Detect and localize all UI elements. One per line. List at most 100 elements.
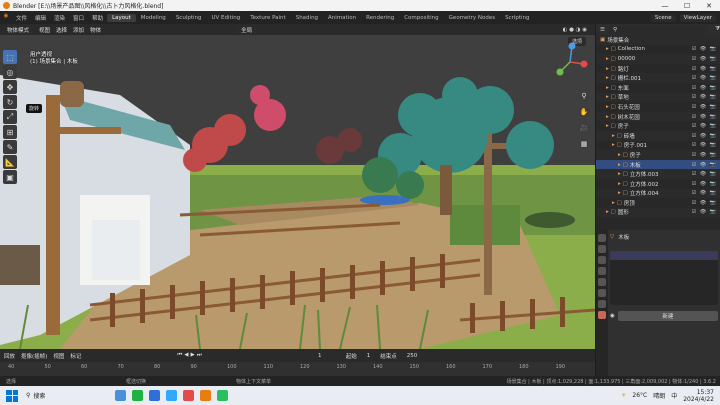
wechat-icon[interactable] bbox=[217, 390, 229, 401]
material-tab-icon[interactable] bbox=[598, 311, 606, 319]
playback-controls-icon[interactable]: ⏮◀▶⏭ bbox=[177, 352, 203, 359]
tab-texture-paint[interactable]: Texture Paint bbox=[245, 14, 291, 22]
tab-animation[interactable]: Animation bbox=[323, 14, 361, 22]
visibility-icons[interactable]: ☑ 👁 📷 bbox=[692, 162, 717, 168]
outliner-search-input[interactable]: ⚲ bbox=[608, 25, 708, 34]
view-layer-field[interactable]: ViewLayer bbox=[679, 13, 716, 22]
select-box-tool-icon[interactable]: ⬚ bbox=[3, 50, 17, 64]
blender-taskbar-icon[interactable] bbox=[200, 390, 212, 401]
outliner-row[interactable]: ▸ ▢ 立方体.002 ☑ 👁 📷 bbox=[596, 179, 720, 189]
navigation-gizmo-icon[interactable] bbox=[548, 38, 592, 82]
marker-menu[interactable]: 标记 bbox=[70, 352, 81, 360]
tab-compositing[interactable]: Compositing bbox=[399, 14, 443, 22]
menu-help[interactable]: 帮助 bbox=[88, 14, 107, 22]
outliner-row[interactable]: ▸ ▢ 00000 ☑ 👁 📷 bbox=[596, 54, 720, 64]
taskbar-search[interactable]: ⚲ 搜索 bbox=[26, 391, 45, 400]
outliner-row[interactable]: ▸ ▢ 砖墙 ☑ 👁 📷 bbox=[596, 130, 720, 141]
visibility-icons[interactable]: ☑ 👁 📷 bbox=[692, 56, 717, 62]
object-tab-icon[interactable] bbox=[598, 289, 606, 297]
material-slot[interactable] bbox=[610, 251, 718, 260]
visibility-icons[interactable]: ☑ 👁 📷 bbox=[692, 171, 717, 177]
photoshop-icon[interactable] bbox=[166, 390, 178, 401]
visibility-icons[interactable]: ☑ 👁 📷 bbox=[692, 190, 717, 196]
tab-shading[interactable]: Shading bbox=[291, 14, 323, 22]
rotate-tool-icon[interactable]: ↻ bbox=[3, 95, 17, 109]
visibility-icons[interactable]: ☑ 👁 📷 bbox=[692, 66, 717, 72]
scene-field[interactable]: Scene bbox=[650, 13, 676, 22]
outliner-row[interactable]: ▸ ▢ 立方体.003 ☑ 👁 📷 bbox=[596, 169, 720, 179]
close-button[interactable]: ✕ bbox=[698, 2, 720, 10]
windows-start-icon[interactable] bbox=[6, 389, 18, 402]
menu-render[interactable]: 渲染 bbox=[50, 14, 69, 22]
outliner-row[interactable]: ▸ ▢ 路灯 ☑ 👁 📷 bbox=[596, 64, 720, 74]
acrobat-icon[interactable] bbox=[183, 390, 195, 401]
tab-scripting[interactable]: Scripting bbox=[500, 14, 534, 22]
ime-indicator[interactable]: 中 bbox=[671, 391, 677, 400]
shading-mode-icons[interactable]: ◐ ● ◑ ◉ bbox=[563, 27, 587, 33]
outliner-row[interactable]: ▸ ▢ 房子.001 ☑ 👁 📷 bbox=[596, 141, 720, 151]
blender-menu-icon[interactable]: ◉ bbox=[0, 13, 12, 22]
view-menu[interactable]: 视图 bbox=[39, 26, 50, 34]
tab-sculpting[interactable]: Sculpting bbox=[171, 14, 207, 22]
visibility-icons[interactable]: ☑ 👁 📷 bbox=[692, 142, 717, 148]
tab-geometry-nodes[interactable]: Geometry Nodes bbox=[444, 14, 500, 22]
visibility-icons[interactable]: ☑ 👁 📷 bbox=[692, 75, 717, 81]
minimize-button[interactable]: — bbox=[654, 2, 676, 10]
outliner-row[interactable]: ▸ ▢ 树木花园 ☑ 👁 📷 bbox=[596, 111, 720, 122]
3d-viewport[interactable] bbox=[0, 35, 595, 349]
visibility-icons[interactable]: ☑ 👁 📷 bbox=[692, 114, 717, 120]
app-icon-2[interactable] bbox=[132, 390, 144, 401]
object-mode-dropdown[interactable]: 物体模式 bbox=[3, 24, 34, 35]
zoom-icon[interactable]: ⚲ bbox=[578, 90, 590, 102]
outliner-row[interactable]: ▸ ▢ 石头花园 ☑ 👁 📷 bbox=[596, 102, 720, 112]
annotate-tool-icon[interactable]: ✎ bbox=[3, 140, 17, 154]
select-menu[interactable]: 选择 bbox=[56, 26, 67, 34]
object-menu[interactable]: 物体 bbox=[90, 26, 101, 34]
outliner-row[interactable]: ▸ ▢ 东面 ☑ 👁 📷 bbox=[596, 83, 720, 93]
timeline-ruler[interactable]: 40 50 60 70 80 90 100 110 120 130 140 150 160 170 180 1… bbox=[0, 362, 595, 376]
current-frame-field[interactable]: 1 bbox=[299, 351, 340, 360]
visibility-icons[interactable]: ☑ 👁 📷 bbox=[692, 104, 717, 110]
tab-uv-editing[interactable]: UV Editing bbox=[207, 14, 246, 22]
playback-menu[interactable]: 回放 bbox=[4, 352, 15, 360]
outliner-row[interactable]: ▸ ▢ 圆形 ☑ 👁 📷 bbox=[596, 207, 720, 218]
outliner-row[interactable]: ▸ ▢ 木板 ☑ 👁 📷 bbox=[596, 159, 720, 170]
outliner-row[interactable]: ▣ 场景集合 bbox=[596, 35, 720, 45]
outliner-row[interactable]: ▸ ▢ 草地 ☑ 👁 📷 bbox=[596, 92, 720, 103]
timeline-view-menu[interactable]: 视图 bbox=[53, 352, 64, 360]
move-tool-icon[interactable]: ✥ bbox=[3, 80, 17, 94]
visibility-icons[interactable]: ☑ 👁 📷 bbox=[692, 94, 717, 100]
scene-tab-icon[interactable] bbox=[598, 267, 606, 275]
measure-tool-icon[interactable]: 📐 bbox=[3, 155, 17, 169]
add-cube-tool-icon[interactable]: ▣ bbox=[3, 170, 17, 184]
visibility-icons[interactable]: ☑ 👁 📷 bbox=[692, 133, 717, 139]
menu-edit[interactable]: 编辑 bbox=[31, 14, 50, 22]
visibility-icons[interactable]: ☑ 👁 📷 bbox=[692, 200, 717, 206]
grid-icon[interactable]: ▦ bbox=[578, 138, 590, 150]
edge-icon[interactable] bbox=[149, 390, 161, 401]
start-frame-field[interactable]: 1 bbox=[362, 351, 375, 360]
world-tab-icon[interactable] bbox=[598, 278, 606, 286]
outliner-row[interactable]: ▸ ▢ 栅栏.001 ☑ 👁 📷 bbox=[596, 73, 720, 83]
scale-tool-icon[interactable]: ⤢ bbox=[3, 110, 17, 124]
tool-tab-icon[interactable] bbox=[598, 234, 606, 242]
outliner-row[interactable]: ▸ ▢ 房子 ☑ 👁 📷 bbox=[596, 150, 720, 160]
output-tab-icon[interactable] bbox=[598, 256, 606, 264]
transform-orientation-dropdown[interactable]: 全局 bbox=[237, 24, 257, 35]
tab-modeling[interactable]: Modeling bbox=[136, 14, 171, 22]
visibility-icons[interactable]: ☑ 👁 📷 bbox=[692, 152, 717, 158]
visibility-icons[interactable]: ☑ 👁 📷 bbox=[692, 46, 717, 52]
pan-hand-icon[interactable]: ✋ bbox=[578, 106, 590, 118]
camera-icon[interactable]: 🎥 bbox=[578, 122, 590, 134]
outliner-row[interactable]: ▸ ▢ 立方体.004 ☑ 👁 📷 bbox=[596, 188, 720, 199]
render-tab-icon[interactable] bbox=[598, 245, 606, 253]
outliner-row[interactable]: ▸ ▢ 房顶 ☑ 👁 📷 bbox=[596, 198, 720, 208]
clock[interactable]: 15:37 2024/4/22 bbox=[683, 389, 714, 403]
maximize-button[interactable]: ☐ bbox=[676, 2, 698, 10]
visibility-icons[interactable]: ☑ 👁 📷 bbox=[692, 181, 717, 187]
outliner-row[interactable]: ▸ ▢ Collection ☑ 👁 📷 bbox=[596, 45, 720, 55]
material-browse-icon[interactable]: ◉ bbox=[610, 313, 615, 319]
outliner-row[interactable]: ▸ ▢ 房子 ☑ 👁 📷 bbox=[596, 121, 720, 131]
menu-file[interactable]: 文件 bbox=[12, 14, 31, 22]
cursor-tool-icon[interactable]: ◎ bbox=[3, 65, 17, 79]
